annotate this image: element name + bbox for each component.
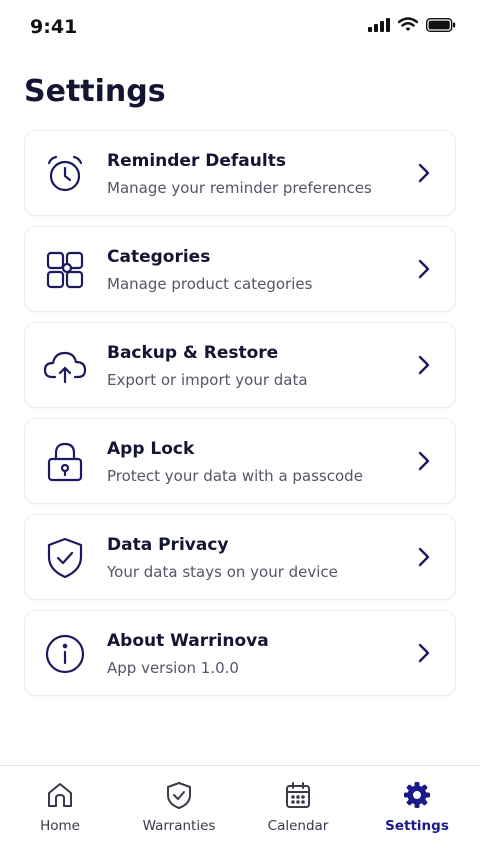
chevron-right-icon: [418, 355, 430, 375]
settings-item-data-privacy[interactable]: Data Privacy Your data stays on your dev…: [24, 514, 456, 600]
settings-item-subtitle: Export or import your data: [107, 371, 308, 389]
chevron-right-icon: [418, 643, 430, 663]
tab-bar: Home Warranties Calendar Settings: [0, 765, 480, 853]
settings-item-app-lock[interactable]: App Lock Protect your data with a passco…: [24, 418, 456, 504]
status-icons: [368, 17, 456, 32]
settings-item-subtitle: App version 1.0.0: [107, 659, 239, 677]
tab-label: Home: [40, 818, 80, 834]
settings-item-categories[interactable]: Categories Manage product categories: [24, 226, 456, 312]
settings-item-title: Reminder Defaults: [107, 151, 286, 171]
alarm-clock-icon: [43, 152, 87, 196]
settings-item-reminder-defaults[interactable]: Reminder Defaults Manage your reminder p…: [24, 130, 456, 216]
tab-label: Warranties: [142, 818, 216, 834]
tab-label: Settings: [385, 818, 449, 834]
home-icon: [48, 783, 72, 807]
settings-item-backup-restore[interactable]: Backup & Restore Export or import your d…: [24, 322, 456, 408]
settings-item-about[interactable]: About Warrinova App version 1.0.0: [24, 610, 456, 696]
settings-item-title: About Warrinova: [107, 631, 269, 651]
settings-item-subtitle: Manage your reminder preferences: [107, 179, 372, 197]
shield-check-icon: [167, 782, 191, 809]
wifi-icon: [398, 17, 418, 31]
categories-icon: [43, 248, 87, 292]
battery-icon: [426, 17, 456, 32]
tab-settings[interactable]: Settings: [357, 780, 477, 840]
gear-icon: [404, 782, 430, 808]
chevron-right-icon: [418, 163, 430, 183]
tab-label: Calendar: [267, 818, 329, 834]
settings-item-title: Categories: [107, 247, 211, 267]
settings-item-subtitle: Manage product categories: [107, 275, 313, 293]
settings-item-subtitle: Your data stays on your device: [107, 563, 338, 581]
settings-list: Reminder Defaults Manage your reminder p…: [24, 130, 456, 706]
status-bar: 9:41: [0, 0, 480, 52]
chevron-right-icon: [418, 547, 430, 567]
tab-calendar[interactable]: Calendar: [238, 780, 358, 840]
settings-item-title: Backup & Restore: [107, 343, 279, 363]
settings-item-title: Data Privacy: [107, 535, 229, 555]
settings-item-title: App Lock: [107, 439, 195, 459]
calendar-icon: [286, 782, 310, 808]
status-time: 9:41: [30, 16, 78, 38]
chevron-right-icon: [418, 451, 430, 471]
settings-item-subtitle: Protect your data with a passcode: [107, 467, 363, 485]
shield-check-icon: [43, 536, 87, 580]
info-icon: [43, 632, 87, 676]
page-title: Settings: [24, 74, 166, 109]
chevron-right-icon: [418, 259, 430, 279]
tab-warranties[interactable]: Warranties: [119, 780, 239, 840]
lock-icon: [43, 440, 87, 484]
cellular-signal-icon: [368, 17, 390, 32]
cloud-upload-icon: [43, 344, 87, 388]
tab-home[interactable]: Home: [0, 780, 120, 840]
